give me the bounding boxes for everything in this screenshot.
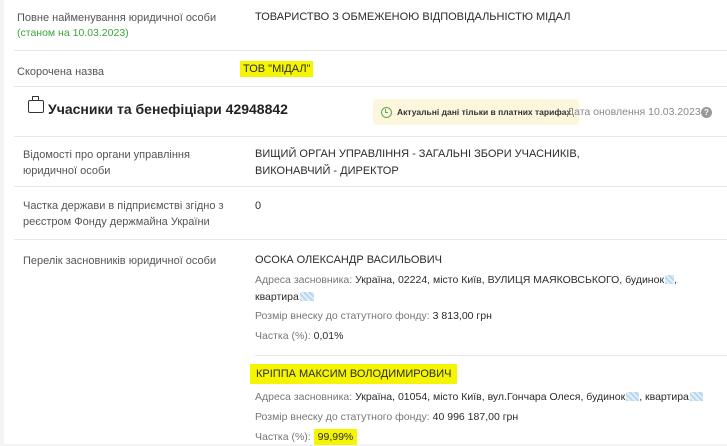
- divider: [14, 186, 727, 187]
- redacted-mark: [626, 392, 640, 401]
- address-apartment: , квартира: [639, 391, 689, 403]
- share-label: Частка (%):: [255, 330, 311, 342]
- redacted-mark: [299, 292, 314, 301]
- founder-capital: Розмір внеску до статутного фонду: 3 813…: [255, 308, 492, 325]
- help-icon[interactable]: ?: [701, 107, 712, 118]
- founders-label: Перелік засновників юридичної особи: [23, 255, 217, 267]
- state-share-value: 0: [255, 200, 262, 212]
- section-divider: [14, 86, 727, 87]
- founder-name-highlight: КРІППА МАКСИМ ВОЛОДИМИРОВИЧ: [250, 364, 458, 384]
- section-title: Учасники та бенефіціари 42948842: [48, 101, 288, 117]
- address-apartment: квартира: [255, 291, 299, 303]
- short-name-value: ТОВ "МІДАЛ": [240, 61, 314, 78]
- address-label: Адреса засновника:: [255, 391, 353, 403]
- full-name-label: Повне найменування юридичної особи: [17, 12, 217, 24]
- capital-label: Розмір внеску до статутного фонду:: [255, 310, 430, 322]
- divider: [14, 50, 727, 51]
- clock-icon: [381, 106, 392, 118]
- briefcase-icon: [28, 96, 44, 113]
- paid-tariff-badge[interactable]: Актуальні дані тільки в платних тарифах: [373, 99, 580, 125]
- governance-value: ВИЩИЙ ОРГАН УПРАВЛІННЯ - ЗАГАЛЬНІ ЗБОРИ …: [255, 148, 580, 177]
- founder-share: Частка (%): 0,01%: [255, 328, 343, 345]
- founder-address: Адреса засновника: Україна, 01054, місто…: [255, 389, 715, 406]
- share-label: Частка (%):: [255, 431, 311, 443]
- share-value: 0,01%: [313, 330, 344, 342]
- badge-text: Актуальні дані тільки в платних тарифах: [397, 107, 572, 117]
- short-name-label: Скорочена назва: [17, 66, 105, 78]
- divider: [14, 239, 727, 240]
- share-value: 99,99%: [313, 429, 358, 445]
- founder-name: КРІППА МАКСИМ ВОЛОДИМИРОВИЧ: [250, 364, 458, 384]
- address-value: Україна, 02224, місто Київ, ВУЛИЦЯ МАЯКО…: [355, 274, 665, 286]
- governance-label: Відомості про органи управління юридично…: [23, 149, 190, 177]
- full-name-date: (станом на 10.03.2023): [17, 27, 129, 39]
- capital-value: 40 996 187,00 грн: [432, 411, 519, 423]
- divider: [255, 355, 727, 356]
- address-value: Україна, 01054, місто Київ, вул.Гончара …: [355, 391, 626, 403]
- capital-value: 3 813,00 грн: [432, 310, 492, 322]
- divider: [14, 136, 727, 137]
- short-name-highlight: ТОВ "МІДАЛ": [240, 61, 314, 77]
- capital-label: Розмір внеску до статутного фонду:: [255, 411, 430, 423]
- address-label: Адреса засновника:: [255, 274, 353, 286]
- redacted-mark: [665, 275, 675, 284]
- founder-name: ОСОКА ОЛЕКСАНДР ВАСИЛЬОВИЧ: [255, 254, 442, 266]
- founder-capital: Розмір внеску до статутного фонду: 40 99…: [255, 409, 518, 426]
- full-name-value: ТОВАРИСТВО З ОБМЕЖЕНОЮ ВІДПОВІДАЛЬНІСТЮ …: [255, 11, 571, 23]
- redacted-mark: [689, 392, 703, 401]
- update-date: Дата оновлення 10.03.2023: [567, 106, 701, 118]
- founder-address: Адреса засновника: Україна, 02224, місто…: [255, 274, 677, 303]
- state-share-label: Частка держави в підприємстві згідно з р…: [23, 200, 224, 228]
- registry-panel: Повне найменування юридичної особи (стан…: [4, 0, 727, 446]
- founder-share: Частка (%): 99,99%: [255, 429, 358, 446]
